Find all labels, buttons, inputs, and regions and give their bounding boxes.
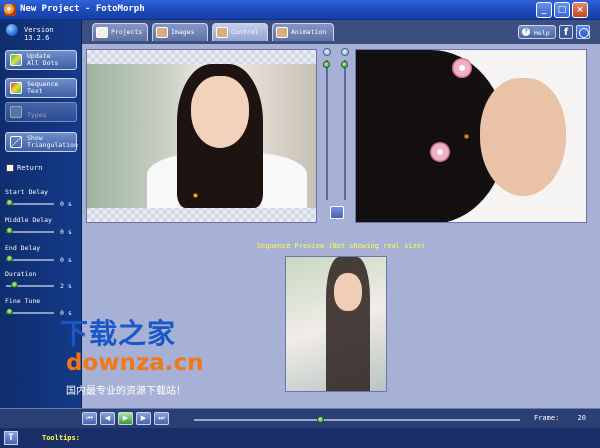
return-checkbox-row[interactable]: Return bbox=[6, 164, 42, 174]
play-button[interactable]: ▶ bbox=[118, 412, 133, 425]
version-row: Version 13.2.6 bbox=[0, 20, 82, 42]
start-delay-label: Start Delay bbox=[5, 188, 49, 196]
site-watermark: 下载之家 downza.cn 国内最专业的资源下载站！ bbox=[60, 312, 250, 404]
vertical-slider-left-thumb[interactable] bbox=[323, 61, 330, 68]
version-label: Version 13.2.6 bbox=[24, 26, 54, 42]
show-triangulation-button[interactable]: Show Triangulation bbox=[5, 132, 78, 152]
end-delay-value: 0 s bbox=[60, 256, 72, 264]
types-button[interactable]: Types bbox=[5, 102, 77, 122]
end-delay-slider[interactable] bbox=[6, 259, 54, 261]
prev-frame-button[interactable]: ◀ bbox=[100, 412, 115, 425]
first-frame-button[interactable]: ⏮ bbox=[82, 412, 97, 425]
middle-delay-thumb[interactable] bbox=[6, 227, 13, 234]
source-image-panel[interactable] bbox=[86, 49, 317, 223]
maximize-button[interactable]: □ bbox=[554, 2, 570, 18]
tab-animation[interactable]: Animation bbox=[272, 23, 334, 41]
vertical-slider-top-right[interactable] bbox=[341, 48, 349, 56]
frame-value: 20 bbox=[577, 414, 586, 422]
window-title: New Project - FotoMorph bbox=[20, 4, 145, 14]
middle-delay-value: 0 s bbox=[60, 228, 72, 236]
sequence-preview-title: Sequence Preview (Not showing real size) bbox=[256, 242, 426, 250]
watermark-slogan: 国内最专业的资源下载站！ bbox=[66, 386, 186, 397]
next-frame-button[interactable]: ▶ bbox=[136, 412, 151, 425]
vertical-slider-left[interactable] bbox=[326, 60, 328, 200]
duration-thumb[interactable] bbox=[11, 281, 18, 288]
projects-icon bbox=[96, 27, 108, 38]
watermark-domain: downza.cn bbox=[66, 350, 204, 376]
source-photo bbox=[87, 64, 316, 208]
start-delay-thumb[interactable] bbox=[6, 199, 13, 206]
tooltips-label: Tooltips: bbox=[42, 434, 80, 442]
close-button[interactable]: × bbox=[572, 2, 588, 18]
vertical-slider-right-thumb[interactable] bbox=[341, 61, 348, 68]
animation-icon bbox=[276, 27, 288, 38]
title-bar: New Project - FotoMorph _ □ × bbox=[0, 0, 600, 20]
sequence-text-button[interactable]: Sequence Text bbox=[5, 78, 77, 98]
start-delay-slider[interactable] bbox=[6, 203, 54, 205]
middle-delay-label: Middle Delay bbox=[5, 216, 52, 224]
flower-decoration bbox=[430, 142, 450, 162]
morph-dot[interactable] bbox=[464, 134, 469, 139]
vertical-slider-top-left[interactable] bbox=[323, 48, 331, 56]
flower-decoration bbox=[452, 58, 472, 78]
start-delay-value: 0 s bbox=[60, 200, 72, 208]
app-icon bbox=[4, 4, 16, 16]
end-delay-thumb[interactable] bbox=[6, 255, 13, 262]
timeline-thumb[interactable] bbox=[317, 416, 325, 423]
playback-bar: ⏮ ◀ ▶ ▶ ⏭ Frame: 20 bbox=[0, 408, 600, 428]
watermark-title: 下载之家 bbox=[60, 317, 177, 350]
control-icon bbox=[216, 27, 228, 38]
tab-control[interactable]: Control bbox=[212, 23, 268, 41]
triangulation-icon bbox=[10, 136, 22, 148]
tooltip-toggle-icon[interactable]: T bbox=[4, 431, 18, 445]
fine-tune-slider[interactable] bbox=[6, 312, 54, 314]
middle-delay-slider[interactable] bbox=[6, 231, 54, 233]
sequence-preview-image bbox=[285, 256, 387, 392]
tab-bar: Projects Images Control Animation ? Help… bbox=[82, 20, 600, 44]
frame-counter: Frame: 20 bbox=[534, 414, 586, 422]
globe-icon[interactable] bbox=[576, 25, 590, 39]
fine-tune-label: Fine Tune bbox=[5, 297, 41, 305]
sequence-text-icon bbox=[10, 82, 22, 94]
types-icon bbox=[10, 106, 22, 118]
link-images-button[interactable] bbox=[330, 206, 344, 219]
minimize-button[interactable]: _ bbox=[536, 2, 552, 18]
return-label: Return bbox=[17, 164, 43, 172]
main-panel: Projects Images Control Animation ? Help… bbox=[60, 20, 600, 408]
timeline-slider[interactable] bbox=[194, 419, 520, 421]
help-button[interactable]: ? Help bbox=[518, 25, 556, 39]
update-all-dots-button[interactable]: Update All Dots bbox=[5, 50, 77, 70]
fotomorph-logo-icon bbox=[6, 24, 18, 36]
last-frame-button[interactable]: ⏭ bbox=[154, 412, 169, 425]
return-checkbox[interactable] bbox=[6, 164, 14, 172]
tooltip-bar: T Tooltips: bbox=[0, 428, 600, 448]
vertical-slider-right[interactable] bbox=[344, 60, 346, 200]
images-icon bbox=[156, 27, 168, 38]
fine-tune-thumb[interactable] bbox=[6, 308, 13, 315]
duration-label: Duration bbox=[5, 270, 37, 278]
dots-icon bbox=[10, 54, 22, 66]
tab-images[interactable]: Images bbox=[152, 23, 208, 41]
target-image-panel[interactable] bbox=[355, 49, 587, 223]
end-delay-label: End Delay bbox=[5, 244, 41, 252]
duration-value: 2 s bbox=[60, 282, 72, 290]
morph-dot[interactable] bbox=[193, 193, 198, 198]
frame-label: Frame: bbox=[534, 414, 560, 422]
facebook-icon[interactable]: f bbox=[559, 25, 573, 39]
help-icon: ? bbox=[522, 28, 530, 36]
tab-projects[interactable]: Projects bbox=[92, 23, 148, 41]
